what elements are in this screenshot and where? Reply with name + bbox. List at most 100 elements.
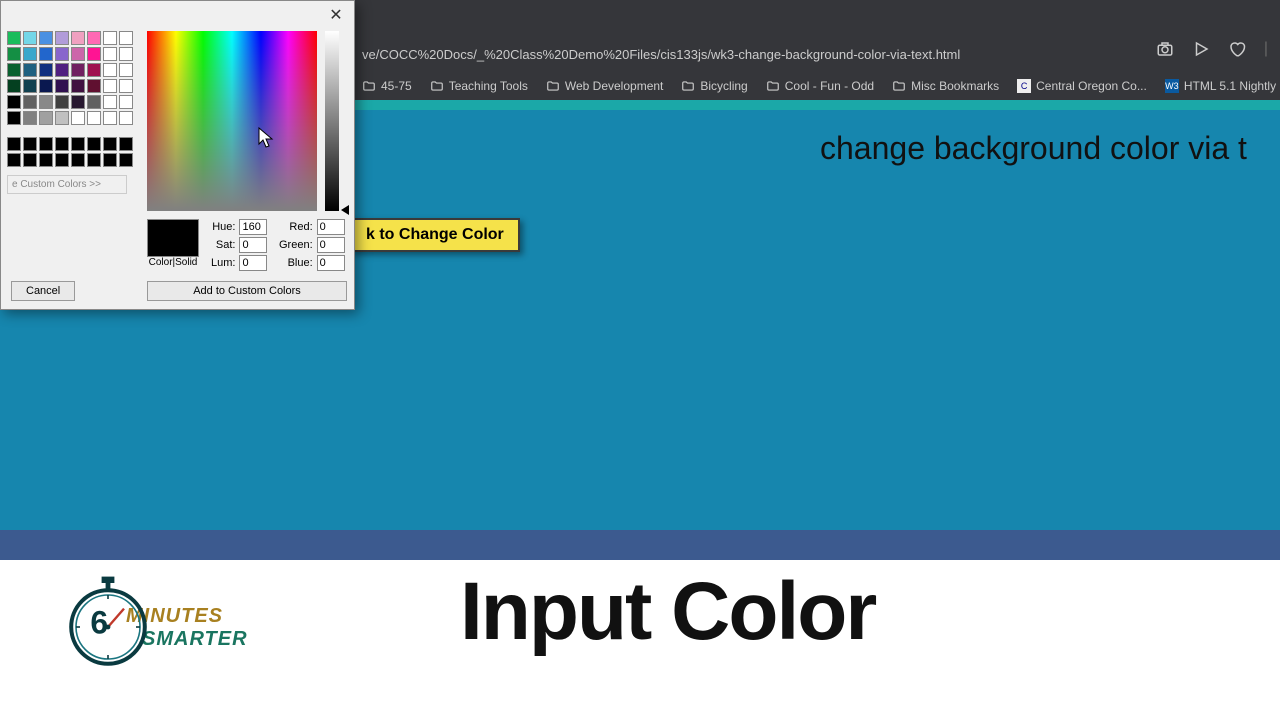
color-swatch[interactable]: [23, 47, 37, 61]
color-swatch[interactable]: [119, 79, 133, 93]
bookmark-item[interactable]: Cool - Fun - Odd: [766, 79, 874, 93]
color-swatch[interactable]: [7, 47, 21, 61]
heart-icon[interactable]: [1228, 40, 1246, 63]
custom-swatch[interactable]: [7, 153, 21, 167]
custom-swatch[interactable]: [87, 137, 101, 151]
color-swatch[interactable]: [55, 31, 69, 45]
lum-label: Lum:: [211, 257, 235, 269]
hsl-inputs: Hue: Sat: Lum:: [211, 219, 267, 273]
site-favicon: C: [1017, 79, 1031, 93]
custom-swatch[interactable]: [119, 153, 133, 167]
color-swatch[interactable]: [71, 95, 85, 109]
color-swatch[interactable]: [87, 95, 101, 109]
color-swatch[interactable]: [55, 95, 69, 109]
color-swatch[interactable]: [71, 63, 85, 77]
cancel-button[interactable]: Cancel: [11, 281, 75, 301]
color-swatch[interactable]: [119, 95, 133, 109]
color-picker-dialog: ✕ e Custom Colors: [0, 0, 355, 310]
color-swatch[interactable]: [119, 63, 133, 77]
custom-swatch[interactable]: [23, 153, 37, 167]
color-swatch[interactable]: [39, 111, 53, 125]
color-swatch[interactable]: [39, 79, 53, 93]
color-swatch[interactable]: [103, 79, 117, 93]
color-swatch[interactable]: [7, 31, 21, 45]
color-swatch[interactable]: [71, 111, 85, 125]
divider: |: [1264, 40, 1268, 63]
hue-input[interactable]: [239, 219, 267, 235]
color-swatch[interactable]: [55, 111, 69, 125]
color-swatch[interactable]: [7, 111, 21, 125]
bookmark-item[interactable]: Misc Bookmarks: [892, 79, 999, 93]
custom-swatch[interactable]: [39, 137, 53, 151]
color-swatch[interactable]: [71, 79, 85, 93]
color-swatch[interactable]: [55, 79, 69, 93]
color-swatch[interactable]: [119, 31, 133, 45]
custom-swatch[interactable]: [55, 137, 69, 151]
bookmark-item[interactable]: W3HTML 5.1 Nightly: [1165, 79, 1276, 93]
lum-input[interactable]: [239, 255, 267, 271]
color-swatch[interactable]: [103, 95, 117, 109]
color-swatch[interactable]: [39, 95, 53, 109]
color-swatch[interactable]: [119, 111, 133, 125]
color-swatch[interactable]: [23, 63, 37, 77]
bookmark-item[interactable]: 45-75: [362, 79, 412, 93]
sat-input[interactable]: [239, 237, 267, 253]
color-swatch[interactable]: [103, 63, 117, 77]
color-swatch[interactable]: [55, 47, 69, 61]
custom-swatch[interactable]: [119, 137, 133, 151]
custom-swatch[interactable]: [71, 137, 85, 151]
bookmark-bar: 45-75 Teaching Tools Web Development Bic…: [350, 72, 1280, 100]
color-swatch[interactable]: [23, 79, 37, 93]
custom-swatch[interactable]: [39, 153, 53, 167]
dialog-titlebar[interactable]: ✕: [1, 1, 354, 29]
color-gradient[interactable]: [147, 31, 317, 211]
custom-swatch[interactable]: [87, 153, 101, 167]
w3c-favicon: W3: [1165, 79, 1179, 93]
bookmark-item[interactable]: Web Development: [546, 79, 664, 93]
custom-swatch[interactable]: [103, 153, 117, 167]
custom-swatch[interactable]: [103, 137, 117, 151]
luminosity-slider[interactable]: [325, 31, 339, 211]
color-swatch[interactable]: [7, 63, 21, 77]
color-swatch[interactable]: [7, 95, 21, 109]
color-swatch[interactable]: [71, 47, 85, 61]
color-swatch[interactable]: [119, 47, 133, 61]
add-custom-button[interactable]: Add to Custom Colors: [147, 281, 347, 301]
color-swatch[interactable]: [7, 79, 21, 93]
color-swatch[interactable]: [87, 111, 101, 125]
logo-text-bottom: SMARTER: [142, 628, 248, 651]
browser-chrome: ve/COCC%20Docs/_%20Class%20Demo%20Files/…: [350, 0, 1280, 100]
color-swatch[interactable]: [103, 111, 117, 125]
color-swatch[interactable]: [103, 47, 117, 61]
bookmark-item[interactable]: Teaching Tools: [430, 79, 528, 93]
address-bar[interactable]: ve/COCC%20Docs/_%20Class%20Demo%20Files/…: [350, 42, 1280, 66]
luminosity-marker-icon[interactable]: [341, 205, 349, 215]
color-swatch[interactable]: [39, 31, 53, 45]
color-swatch[interactable]: [23, 111, 37, 125]
color-swatch[interactable]: [71, 31, 85, 45]
custom-swatch[interactable]: [23, 137, 37, 151]
color-swatch[interactable]: [23, 95, 37, 109]
blue-input[interactable]: [317, 255, 345, 271]
custom-swatch[interactable]: [71, 153, 85, 167]
color-swatch[interactable]: [103, 31, 117, 45]
green-input[interactable]: [317, 237, 345, 253]
color-swatch[interactable]: [39, 47, 53, 61]
change-color-button[interactable]: k to Change Color: [350, 218, 520, 252]
blue-banner: [0, 530, 1280, 560]
bookmark-item[interactable]: Bicycling: [681, 79, 747, 93]
red-input[interactable]: [317, 219, 345, 235]
color-swatch[interactable]: [87, 63, 101, 77]
custom-swatch[interactable]: [7, 137, 21, 151]
bookmark-item[interactable]: CCentral Oregon Co...: [1017, 79, 1147, 93]
color-swatch[interactable]: [23, 31, 37, 45]
color-swatch[interactable]: [39, 63, 53, 77]
color-swatch[interactable]: [87, 31, 101, 45]
close-icon[interactable]: ✕: [324, 3, 348, 27]
play-icon[interactable]: [1192, 40, 1210, 63]
color-swatch[interactable]: [87, 79, 101, 93]
color-swatch[interactable]: [55, 63, 69, 77]
camera-icon[interactable]: [1156, 40, 1174, 63]
custom-swatch[interactable]: [55, 153, 69, 167]
color-swatch[interactable]: [87, 47, 101, 61]
